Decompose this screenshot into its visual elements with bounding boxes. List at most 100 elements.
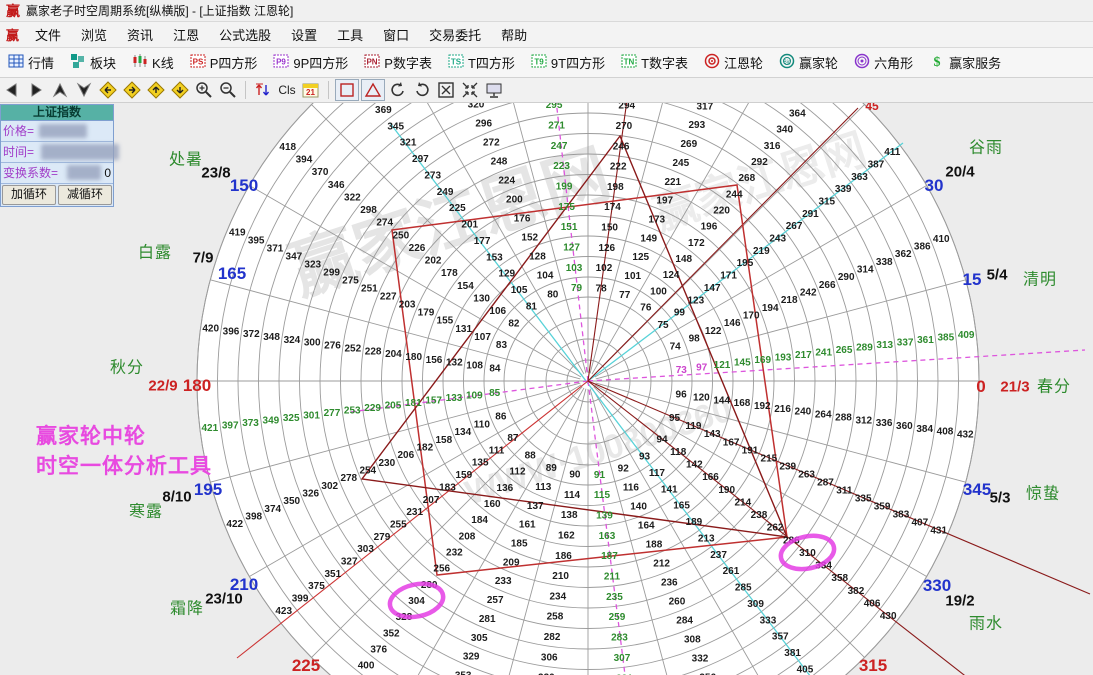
- wheel-number: 227: [380, 292, 397, 303]
- toolbar-item-kline-2[interactable]: K线: [124, 48, 182, 77]
- wheel-number: 360: [896, 421, 913, 432]
- rot-cw-icon-button[interactable]: [411, 80, 433, 100]
- wheel-number: 384: [916, 424, 933, 435]
- zoom-in-icon-button[interactable]: [193, 80, 215, 100]
- cls-button[interactable]: Cls: [276, 80, 298, 100]
- wheel-number: 81: [526, 301, 538, 312]
- wheel-number: 179: [418, 308, 435, 319]
- square-icon-button[interactable]: [335, 79, 359, 101]
- wheel-number: 264: [815, 410, 832, 421]
- svg-text:TN: TN: [624, 58, 635, 67]
- arrow-left-icon-button[interactable]: [1, 80, 23, 100]
- wheel-number: 372: [243, 329, 260, 340]
- rim-label: 清明: [1023, 271, 1057, 289]
- toolbar-item-hex-11[interactable]: 六角形: [846, 48, 921, 77]
- rim-label: 谷雨: [969, 139, 1003, 157]
- wheel-number: 242: [800, 288, 817, 299]
- wheel-number: 324: [284, 335, 301, 346]
- zoom-out-icon-button[interactable]: [217, 80, 239, 100]
- wheel-number: 302: [321, 481, 338, 492]
- toolbar-item-TN-8[interactable]: TNT数字表: [613, 48, 696, 77]
- badge-icon: T9: [531, 53, 547, 72]
- diamond-right-icon-button[interactable]: [121, 80, 143, 100]
- wheel-number: 352: [383, 628, 400, 639]
- wheel-number: 376: [370, 644, 387, 655]
- wheel-number: 205: [385, 400, 402, 411]
- wheel-number: 305: [471, 633, 488, 644]
- wheel-number: 245: [672, 158, 689, 169]
- wheel-number: 432: [957, 430, 974, 441]
- wheel-number: 211: [604, 572, 621, 583]
- toolbar-item-PN-5[interactable]: PNP数字表: [356, 48, 440, 77]
- toolbar-item-TS-6[interactable]: TST四方形: [440, 48, 523, 77]
- menu-item-8[interactable]: 交易委托: [419, 28, 491, 43]
- diamond-left-icon-button[interactable]: [97, 80, 119, 100]
- wheel-number: 219: [753, 246, 770, 257]
- wheel-number: 292: [751, 157, 768, 168]
- wheel-number: 125: [632, 252, 649, 263]
- wheel-number: 123: [687, 295, 704, 306]
- toolbar-item-T9-7[interactable]: T99T四方形: [523, 48, 613, 77]
- wheel-number: 394: [296, 155, 313, 166]
- screen-icon-button[interactable]: [483, 80, 505, 100]
- diamond-up-icon-button[interactable]: [145, 80, 167, 100]
- menu-item-4[interactable]: 公式选股: [209, 28, 281, 43]
- toolbar-item-P9-4[interactable]: P99P四方形: [265, 48, 356, 77]
- menu-item-6[interactable]: 工具: [327, 28, 373, 43]
- arrow-up-icon-button[interactable]: [49, 80, 71, 100]
- wheel-number: 430: [880, 611, 897, 622]
- wheel-number: 375: [308, 581, 325, 592]
- wheel-number: 176: [514, 213, 531, 224]
- subtract-cycle-button[interactable]: 减循环: [58, 185, 112, 205]
- toolbar-item-grid-0[interactable]: 行情: [0, 48, 62, 77]
- wheel-number: 171: [720, 271, 737, 282]
- wheel-number: 214: [735, 497, 752, 508]
- wheel-number: 162: [558, 530, 575, 541]
- updown-icon-button[interactable]: [252, 80, 274, 100]
- menu-item-3[interactable]: 江恩: [163, 28, 209, 43]
- wheel-number: 269: [680, 139, 697, 150]
- toolbar-item-target-9[interactable]: 江恩轮: [696, 48, 771, 77]
- main-toolbar: 行情板块K线PSP四方形P99P四方形PNP数字表TST四方形T99T四方形TN…: [0, 48, 1093, 78]
- svg-text:Big: Big: [783, 60, 790, 66]
- menu-item-9[interactable]: 帮助: [491, 28, 537, 43]
- wheel-number: 230: [378, 458, 395, 469]
- menu-item-7[interactable]: 窗口: [373, 28, 419, 43]
- center-arrows-icon-button[interactable]: [459, 80, 481, 100]
- wheel-number: 373: [242, 418, 259, 429]
- wheel-number: 78: [596, 283, 608, 294]
- triangle-icon-button[interactable]: [361, 79, 385, 101]
- wheel-number: 374: [264, 504, 281, 515]
- menu-item-1[interactable]: 浏览: [71, 28, 117, 43]
- menu-item-5[interactable]: 设置: [281, 28, 327, 43]
- wheel-number: 321: [400, 138, 417, 149]
- calendar-icon-button[interactable]: 21: [300, 80, 322, 100]
- diamond-down-icon-button[interactable]: [169, 80, 191, 100]
- toolbar-item-blocks-1[interactable]: 板块: [62, 48, 124, 77]
- wheel-number: 232: [446, 547, 463, 558]
- wheel-number: 187: [601, 551, 618, 562]
- menu-item-0[interactable]: 文件: [25, 28, 71, 43]
- wheel-number: 199: [556, 181, 573, 192]
- toolbar-item-dollar-12[interactable]: $赢家服务: [921, 48, 1009, 77]
- wheel-number: 224: [498, 175, 515, 186]
- menu-logo-icon: 赢: [0, 25, 25, 44]
- wheel-number: 95: [669, 413, 681, 424]
- wheel-icon: Big: [779, 53, 795, 72]
- add-cycle-button[interactable]: 加循环: [2, 185, 56, 205]
- toolbar-item-PS-3[interactable]: PSP四方形: [182, 48, 266, 77]
- wheel-number: 190: [718, 485, 735, 496]
- box-x-icon-button[interactable]: [435, 80, 457, 100]
- badge-icon: P9: [273, 53, 289, 72]
- wheel-number: 167: [723, 437, 740, 448]
- toolbar-item-wheel-10[interactable]: Big赢家轮: [771, 48, 846, 77]
- wheel-number: 398: [245, 512, 262, 523]
- wheel-number: 288: [835, 412, 852, 423]
- menu-item-2[interactable]: 资讯: [117, 28, 163, 43]
- arrow-right-icon-button[interactable]: [25, 80, 47, 100]
- arrow-down-icon-button[interactable]: [73, 80, 95, 100]
- wheel-number: 399: [292, 593, 309, 604]
- svg-text:P9: P9: [276, 58, 286, 67]
- rot-ccw-icon-button[interactable]: [387, 80, 409, 100]
- wheel-number: 283: [611, 633, 628, 644]
